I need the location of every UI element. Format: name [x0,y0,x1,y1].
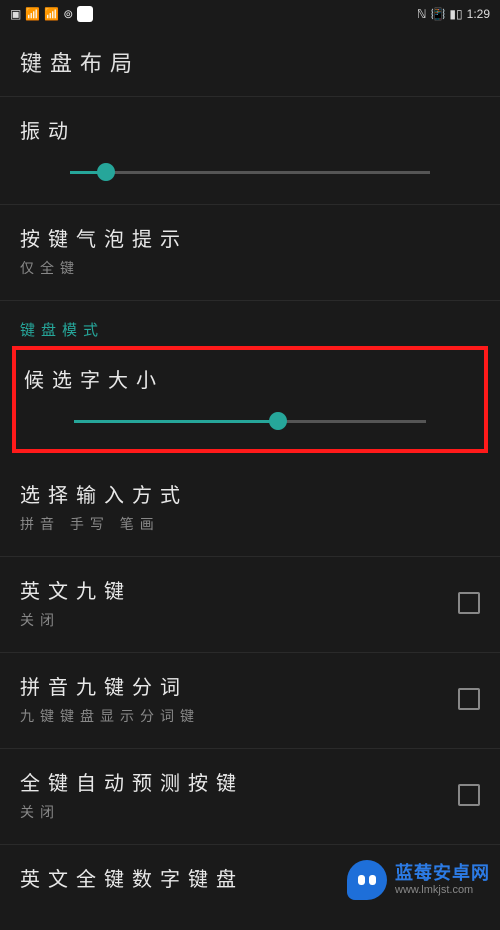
vibration-title: 振动 [20,115,480,144]
vibration-slider-thumb[interactable] [97,163,115,181]
watermark-icon [347,860,387,900]
auto-predict-checkbox[interactable] [458,784,480,806]
vibrate-icon: 📳 [430,7,445,21]
candidate-size-setting[interactable]: 候选字大小 [16,350,484,449]
status-time: 1:29 [467,7,490,21]
pinyin-split-setting[interactable]: 拼音九键分词 九键键盘显示分词键 [0,653,500,749]
signal-icon-1: 📶 [25,7,40,21]
auto-predict-sub: 关闭 [20,802,442,822]
watermark: 蓝莓安卓网 www.lmkjst.com [347,860,490,900]
pinyin-split-title: 拼音九键分词 [20,671,442,700]
bubble-sub: 仅全键 [20,258,480,278]
input-method-title: 选择输入方式 [20,479,480,508]
bubble-setting[interactable]: 按键气泡提示 仅全键 [0,205,500,301]
vibration-setting[interactable]: 振动 [0,97,500,205]
app-icon [77,6,93,22]
status-right: ℕ 📳 ▮▯ 1:29 [417,7,490,21]
en-nine-sub: 关闭 [20,610,442,630]
watermark-url: www.lmkjst.com [395,884,490,897]
en-nine-title: 英文九键 [20,575,442,604]
en-nine-checkbox[interactable] [458,592,480,614]
watermark-name: 蓝莓安卓网 [395,863,490,885]
candidate-slider-thumb[interactable] [269,412,287,430]
wifi-icon: ⊚ [63,7,73,21]
input-method-sub: 拼音 手写 笔画 [20,514,480,534]
status-bar: ▣ 📶 📶 ⊚ ℕ 📳 ▮▯ 1:29 [0,0,500,28]
battery-icon: ▮▯ [449,7,462,21]
keyboard-mode-label: 键盘模式 [0,301,500,346]
nfc-icon: ℕ [417,7,427,21]
vibration-slider[interactable] [70,162,430,182]
hd-icon: ▣ [10,7,21,21]
auto-predict-title: 全键自动预测按键 [20,767,442,796]
english-nine-key-setting[interactable]: 英文九键 关闭 [0,557,500,653]
candidate-slider[interactable] [74,411,426,431]
page-title: 键盘布局 [0,28,500,97]
pinyin-split-sub: 九键键盘显示分词键 [20,706,442,726]
bubble-title: 按键气泡提示 [20,223,480,252]
auto-predict-setting[interactable]: 全键自动预测按键 关闭 [0,749,500,845]
status-left: ▣ 📶 📶 ⊚ [10,6,93,22]
candidate-title: 候选字大小 [24,364,476,393]
signal-icon-2: 📶 [44,7,59,21]
input-method-setting[interactable]: 选择输入方式 拼音 手写 笔画 [0,461,500,557]
pinyin-split-checkbox[interactable] [458,688,480,710]
candidate-size-highlight: 候选字大小 [12,346,488,453]
